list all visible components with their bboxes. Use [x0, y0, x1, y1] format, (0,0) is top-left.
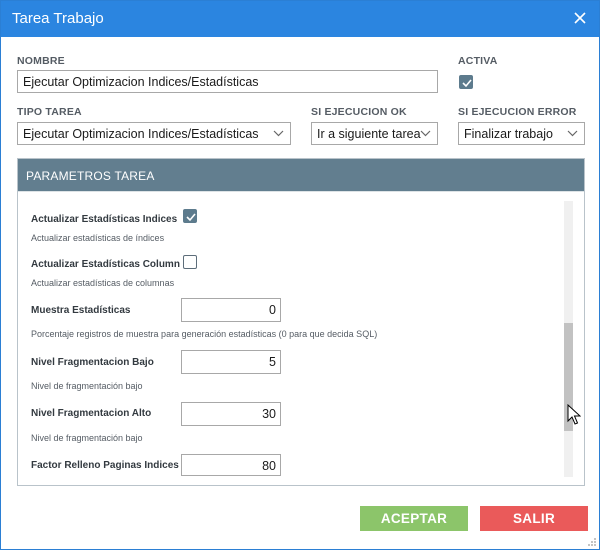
actualizar-indices-checkbox[interactable]	[183, 209, 197, 223]
factor-relleno-input[interactable]: 80	[181, 454, 281, 476]
chevron-down-icon	[273, 130, 284, 137]
param-label: Factor Relleno Paginas Indices	[31, 460, 179, 471]
chevron-down-icon	[420, 130, 431, 137]
param-desc: Nivel de fragmentación bajo	[31, 433, 143, 443]
fragmentacion-alto-input[interactable]: 30	[181, 402, 281, 426]
mouse-pointer-icon	[567, 404, 581, 425]
param-desc: Actualizar estadísticas de columnas	[31, 278, 175, 288]
tipo-tarea-value: Ejecutar Optimizacion Indices/Estadístic…	[23, 127, 259, 141]
params-panel: PARAMETROS TAREA Actualizar Estadísticas…	[17, 158, 585, 486]
check-icon	[186, 213, 196, 222]
error-select[interactable]: Finalizar trabajo	[458, 122, 585, 145]
ok-select[interactable]: Ir a siguiente tarea	[311, 122, 438, 145]
check-icon	[462, 79, 472, 88]
ok-value: Ir a siguiente tarea	[317, 127, 421, 141]
divider	[18, 191, 584, 192]
window-title: Tarea Trabajo	[12, 10, 104, 27]
chevron-down-icon	[567, 130, 578, 137]
param-label: Actualizar Estadísticas Column	[31, 259, 180, 270]
accept-button[interactable]: ACEPTAR	[360, 506, 468, 531]
ok-label: SI EJECUCION OK	[311, 106, 407, 118]
title-bar: Tarea Trabajo	[1, 1, 599, 37]
muestra-estadisticas-input[interactable]: 0	[181, 298, 281, 322]
error-value: Finalizar trabajo	[464, 127, 553, 141]
param-label: Nivel Fragmentacion Alto	[31, 408, 152, 419]
nombre-label: NOMBRE	[17, 55, 65, 67]
close-icon[interactable]	[569, 7, 591, 29]
exit-button[interactable]: SALIR	[480, 506, 588, 531]
activa-label: ACTIVA	[458, 55, 498, 67]
param-desc: Actualizar estadísticas de índices	[31, 233, 165, 243]
tipo-tarea-label: TIPO TAREA	[17, 106, 82, 118]
resize-grip-icon[interactable]	[587, 537, 597, 547]
param-label: Nivel Fragmentacion Bajo	[31, 357, 154, 368]
dialog-window: Tarea Trabajo NOMBRE Ejecutar Optimizaci…	[0, 0, 600, 550]
fragmentacion-bajo-input[interactable]: 5	[181, 350, 281, 374]
actualizar-columnas-checkbox[interactable]	[183, 255, 197, 269]
nombre-input[interactable]: Ejecutar Optimizacion Indices/Estadístic…	[17, 70, 438, 93]
activa-checkbox[interactable]	[459, 75, 473, 89]
error-label: SI EJECUCION ERROR	[458, 106, 577, 118]
params-header: PARAMETROS TAREA	[18, 159, 584, 191]
tipo-tarea-select[interactable]: Ejecutar Optimizacion Indices/Estadístic…	[17, 122, 291, 145]
param-label: Actualizar Estadísticas Indices	[31, 214, 178, 225]
param-desc: Porcentaje registros de muestra para gen…	[31, 329, 378, 339]
param-desc: Nivel de fragmentación bajo	[31, 381, 143, 391]
param-label: Muestra Estadísticas	[31, 305, 131, 316]
